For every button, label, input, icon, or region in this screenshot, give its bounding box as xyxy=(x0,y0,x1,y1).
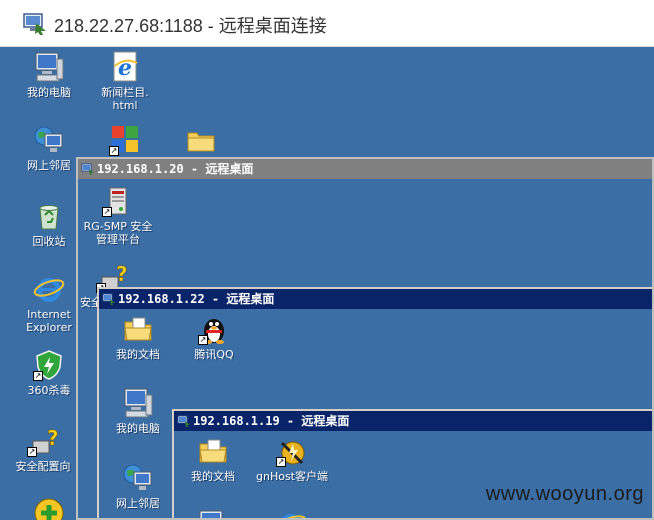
remote-desktop-icon xyxy=(102,293,115,305)
network-icon xyxy=(123,464,152,490)
desktop-icon-app-shortcut[interactable]: ↗ xyxy=(90,124,160,156)
desktop-icon-add[interactable] xyxy=(14,497,84,520)
computer-icon xyxy=(35,52,64,82)
icon-label: 安全配置向 xyxy=(15,460,71,473)
rd1-icon-rg-smp[interactable]: ↗ RG-SMP 安全 管理平台 xyxy=(78,185,158,246)
window-titlebar[interactable]: 218.22.27.68:1188 - 远程桌面连接 xyxy=(0,0,654,47)
icon-label-line2: 管理平台 xyxy=(96,233,140,246)
icon-label: 回收站 xyxy=(32,235,66,248)
rd-title-1: 192.168.1.20 - 远程桌面 xyxy=(97,162,254,176)
rd-title-2: 192.168.1.22 - 远程桌面 xyxy=(118,292,275,306)
icon-label: 我的文档 xyxy=(191,470,235,483)
rd2-icon-my-computer[interactable]: 我的电脑 xyxy=(103,387,173,435)
remote-desktop-icon xyxy=(177,415,190,427)
ie-document-icon: e xyxy=(113,51,138,82)
svg-text:e: e xyxy=(118,55,132,81)
rd3-icon-gnhost-client[interactable]: ↗ gnHost客户端 xyxy=(252,435,332,483)
icon-label: 新闻栏目. xyxy=(101,86,149,99)
rd-title-3: 192.168.1.19 - 远程桌面 xyxy=(193,414,350,428)
internet-explorer-icon xyxy=(33,278,65,302)
icon-label: 我的文档 xyxy=(116,348,160,361)
svg-text:?: ? xyxy=(116,262,128,286)
desktop-icon-recycle-bin[interactable]: 回收站 xyxy=(14,200,84,248)
rd-titlebar-1[interactable]: 192.168.1.20 - 远程桌面 xyxy=(78,159,652,179)
shortcut-arrow-icon: ↗ xyxy=(109,146,119,156)
icon-label: 腾讯QQ xyxy=(194,348,234,361)
desktop-icon-news-html[interactable]: e 新闻栏目. html xyxy=(90,51,160,112)
rd2-icon-tencent-qq[interactable]: ↗ 腾讯QQ xyxy=(179,313,249,361)
desktop-icon-security-config-wizard[interactable]: ? ↗ 安全配置向 xyxy=(8,425,78,473)
desktop-icon-internet-explorer[interactable]: Internet Explorer xyxy=(14,273,84,334)
icon-label: 网上邻居 xyxy=(116,497,160,510)
rd3-icon-ie-partial[interactable] xyxy=(256,509,326,518)
shortcut-arrow-icon: ↗ xyxy=(198,335,208,345)
computer-icon xyxy=(124,388,153,418)
icon-label: 360杀毒 xyxy=(27,384,71,397)
rd2-icon-network[interactable]: 网上邻居 xyxy=(103,462,173,510)
remote-desktop-icon xyxy=(81,163,94,175)
rd3-icon-computer-partial[interactable] xyxy=(178,509,248,518)
icon-label-line2: Explorer xyxy=(26,321,72,334)
remote-desktop-icon xyxy=(23,13,46,35)
network-icon xyxy=(34,126,63,152)
rd-titlebar-2[interactable]: 192.168.1.22 - 远程桌面 xyxy=(99,289,652,309)
shortcut-arrow-icon: ↗ xyxy=(102,207,112,217)
window-title: 218.22.27.68:1188 - 远程桌面连接 xyxy=(54,16,327,36)
rd-desktop-1[interactable]: ↗ RG-SMP 安全 管理平台 ? ↗ 安全 192.168.1.22 - 远… xyxy=(78,179,652,518)
documents-folder-icon xyxy=(199,439,227,463)
icon-label: 我的电脑 xyxy=(27,86,71,99)
icon-label: RG-SMP 安全 xyxy=(83,220,153,233)
rd-desktop-3[interactable]: 我的文档 ↗ gnHost客户端 xyxy=(174,431,652,518)
shortcut-arrow-icon: ↗ xyxy=(33,371,43,381)
documents-folder-icon xyxy=(124,317,152,341)
icon-label: gnHost客户端 xyxy=(256,470,328,483)
remote-desktop-window-1[interactable]: 192.168.1.20 - 远程桌面 ↗ RG-SMP 安全 管理平台 ? ↗… xyxy=(76,157,654,520)
shortcut-arrow-icon: ↗ xyxy=(276,457,286,467)
desktop-icon-my-computer[interactable]: 我的电脑 xyxy=(14,51,84,99)
rd-titlebar-3[interactable]: 192.168.1.19 - 远程桌面 xyxy=(174,411,652,431)
desktop-icon-360-antivirus[interactable]: ↗ 360杀毒 xyxy=(14,349,84,397)
svg-text:?: ? xyxy=(47,426,59,450)
recycle-bin-icon xyxy=(39,205,59,230)
rd2-icon-my-documents[interactable]: 我的文档 xyxy=(103,313,173,361)
icon-label: 我的电脑 xyxy=(116,422,160,435)
watermark: www.wooyun.org xyxy=(485,483,644,505)
computer-icon xyxy=(199,510,223,518)
remote-desktop-area[interactable]: 我的电脑 e 新闻栏目. html 网上邻居 ↗ 回收站 Internet Ex… xyxy=(0,47,654,520)
shortcut-arrow-icon: ↗ xyxy=(27,447,37,457)
icon-label: 网上邻居 xyxy=(27,159,71,172)
internet-explorer-icon xyxy=(275,514,307,518)
plus-circle-icon xyxy=(34,498,64,520)
rd3-icon-my-documents[interactable]: 我的文档 xyxy=(178,435,248,483)
icon-label-line2: html xyxy=(112,99,138,112)
desktop-icon-folder[interactable] xyxy=(166,124,236,156)
icon-label: Internet xyxy=(27,308,71,321)
desktop-icon-network[interactable]: 网上邻居 xyxy=(14,124,84,172)
folder-icon xyxy=(187,132,215,152)
